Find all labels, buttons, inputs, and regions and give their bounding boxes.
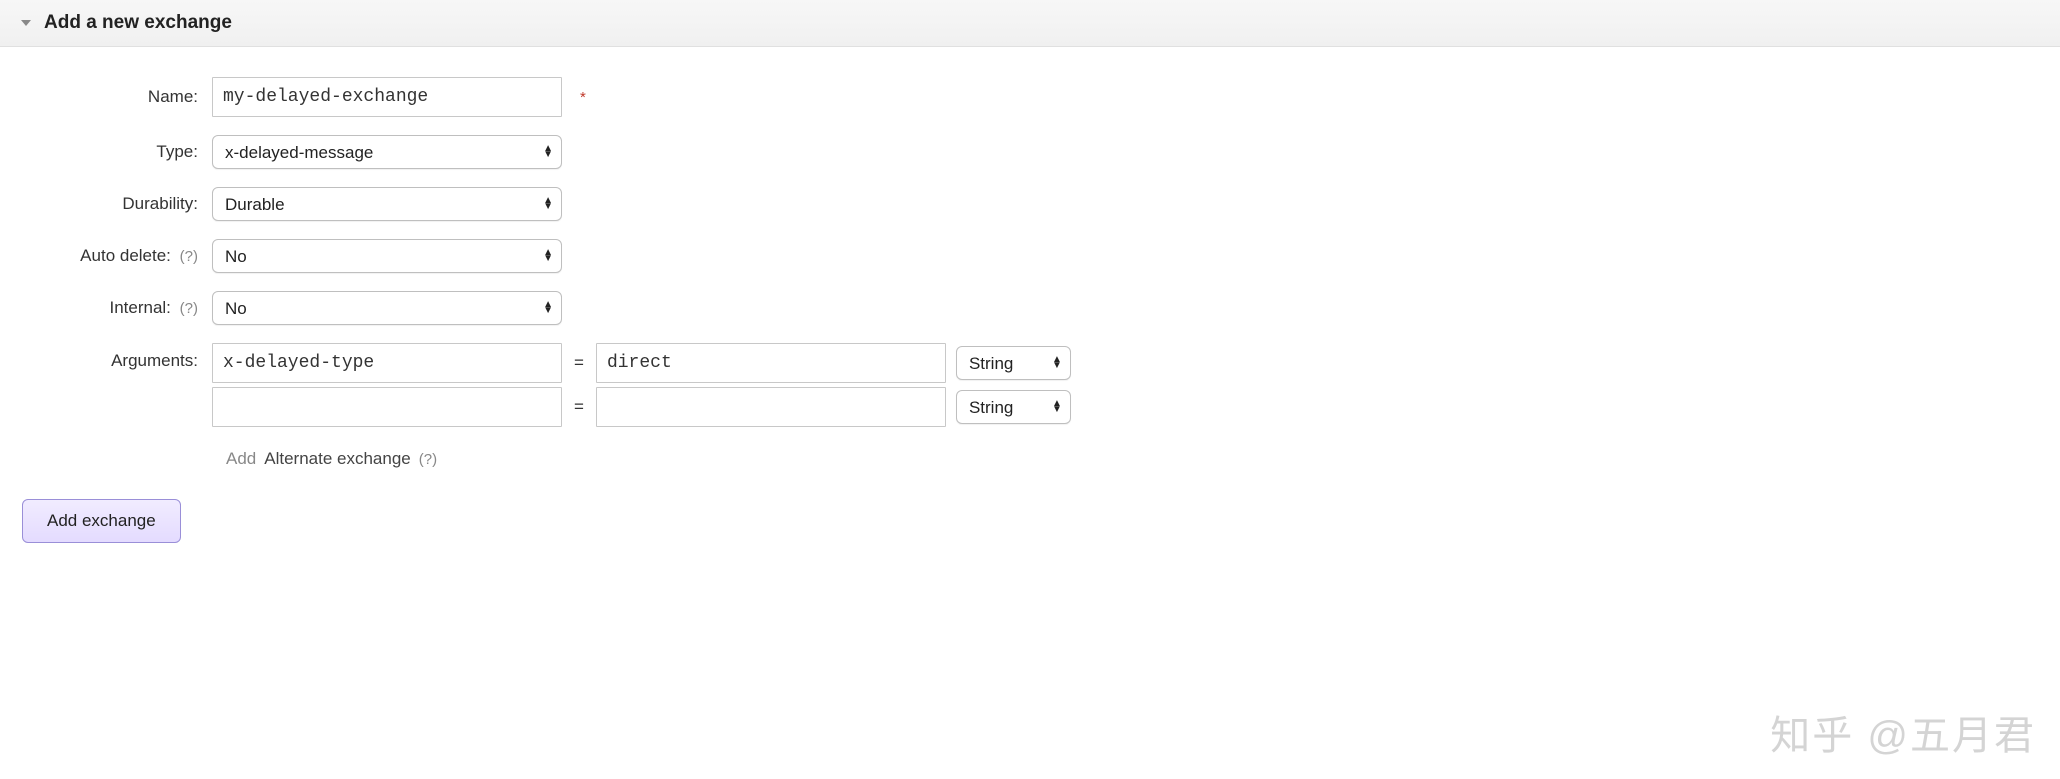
- internal-select-wrap: No ▲▼: [212, 291, 562, 325]
- auto-delete-select-wrap: No ▲▼: [212, 239, 562, 273]
- add-exchange-form: Name: * Type: x-delayed-message ▲▼ Durab…: [0, 47, 2060, 489]
- equals-sign: =: [572, 353, 586, 373]
- type-label: Type:: [22, 142, 212, 162]
- auto-delete-select[interactable]: No: [213, 240, 561, 272]
- argument-key-input[interactable]: [212, 343, 562, 383]
- type-select[interactable]: x-delayed-message: [213, 136, 561, 168]
- argument-row: = String ▲▼: [212, 343, 1071, 383]
- argument-key-input[interactable]: [212, 387, 562, 427]
- argument-row: = String ▲▼: [212, 387, 1071, 427]
- submit-area: Add exchange: [0, 489, 2060, 573]
- internal-help[interactable]: (?): [180, 300, 198, 317]
- alternate-exchange-help[interactable]: (?): [419, 451, 437, 468]
- arguments-label: Arguments:: [22, 343, 212, 371]
- name-label: Name:: [22, 87, 212, 107]
- internal-label: Internal:: [109, 298, 170, 317]
- add-exchange-button[interactable]: Add exchange: [22, 499, 181, 543]
- section-header[interactable]: Add a new exchange: [0, 0, 2060, 47]
- argument-type-select[interactable]: String: [957, 391, 1070, 423]
- argument-value-input[interactable]: [596, 343, 946, 383]
- watermark: 知乎 @五月君: [1770, 703, 2036, 761]
- argument-type-select-wrap: String ▲▼: [956, 390, 1071, 424]
- auto-delete-label: Auto delete:: [80, 246, 171, 265]
- equals-sign: =: [572, 397, 586, 417]
- caret-down-icon: [20, 17, 32, 29]
- internal-select[interactable]: No: [213, 292, 561, 324]
- row-type: Type: x-delayed-message ▲▼: [22, 135, 2038, 169]
- row-name: Name: *: [22, 77, 2038, 117]
- argument-type-select-wrap: String ▲▼: [956, 346, 1071, 380]
- durability-label: Durability:: [22, 194, 212, 214]
- row-internal: Internal: (?) No ▲▼: [22, 291, 2038, 325]
- name-input[interactable]: [212, 77, 562, 117]
- argument-value-input[interactable]: [596, 387, 946, 427]
- row-auto-delete: Auto delete: (?) No ▲▼: [22, 239, 2038, 273]
- durability-select[interactable]: Durable: [213, 188, 561, 220]
- argument-type-select[interactable]: String: [957, 347, 1070, 379]
- alternate-exchange-link[interactable]: Alternate exchange: [264, 449, 411, 469]
- required-mark: *: [580, 89, 586, 106]
- section-title: Add a new exchange: [44, 12, 232, 34]
- add-hint-label: Add: [226, 449, 256, 469]
- type-select-wrap: x-delayed-message ▲▼: [212, 135, 562, 169]
- auto-delete-help[interactable]: (?): [180, 248, 198, 265]
- durability-select-wrap: Durable ▲▼: [212, 187, 562, 221]
- row-arguments: Arguments: = String ▲▼ = Str: [22, 343, 2038, 431]
- arguments-hint: Add Alternate exchange (?): [22, 449, 2038, 469]
- row-durability: Durability: Durable ▲▼: [22, 187, 2038, 221]
